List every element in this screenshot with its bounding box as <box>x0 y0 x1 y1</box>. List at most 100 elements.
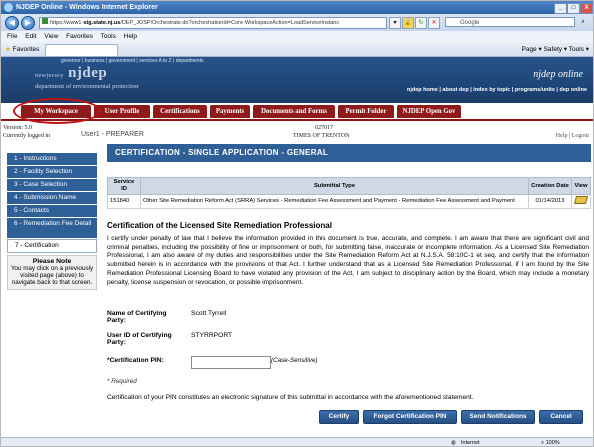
signature-statement: Certification of your PIN constitutes an… <box>107 394 474 401</box>
step-certification: 7 - Certification <box>7 239 97 253</box>
tab-documents-forms[interactable]: Documents and Forms <box>253 105 335 118</box>
certifying-userid-label: User ID of Certifying Party: <box>107 332 172 346</box>
site-header: governor | business | government | servi… <box>1 57 593 103</box>
lock-status-icon[interactable]: 🔒 <box>402 17 414 29</box>
required-note: * Required <box>107 378 137 385</box>
help-logout-links: Help | Logout <box>555 133 589 139</box>
ie-icon <box>4 3 13 12</box>
browser-tab[interactable]: NJDEP Online <box>45 44 118 56</box>
version-label: Version: 5.0 <box>3 125 32 131</box>
logo-big: njdep <box>68 65 108 81</box>
service-id-cell: 151840 <box>107 194 141 209</box>
menu-view[interactable]: View <box>44 33 58 40</box>
view-document-icon[interactable] <box>573 196 589 204</box>
certifying-userid-value: STYRRPORT <box>191 332 233 339</box>
session-info: Version: 5.0 Currently logged in User1 -… <box>1 122 593 144</box>
address-toolbar: ◀ ▶ https://www1-stg.state.nj.us/DEP_JOS… <box>1 14 593 31</box>
creation-date-cell: 01/14/2013 <box>528 194 572 209</box>
current-user: User1 - PREPARER <box>81 131 144 138</box>
tab-permit-folder[interactable]: Permit Folder <box>338 105 394 118</box>
send-notifications-button[interactable]: Send Notifications <box>461 410 535 424</box>
address-bar[interactable]: https://www1-stg.state.nj.us/DEP_JOSP/Or… <box>39 17 387 29</box>
help-link[interactable]: Help <box>556 133 568 139</box>
header-links[interactable]: njdep home | about dep | index by topic … <box>407 87 587 93</box>
tab-open-gov[interactable]: NJDEP Open Gov <box>397 105 461 118</box>
zoom-control[interactable]: ⌕ 100% <box>541 438 560 446</box>
step-instructions[interactable]: 1 - Instructions <box>7 153 97 165</box>
url-host: stg.state.nj.us <box>83 20 121 26</box>
globe-icon: ◍ <box>451 440 456 446</box>
menu-tools[interactable]: Tools <box>101 33 116 40</box>
back-button[interactable]: ◀ <box>5 16 19 30</box>
menu-favorites[interactable]: Favorites <box>66 33 93 40</box>
status-bar: ◍ Internet ⌕ 100% <box>1 437 593 446</box>
zoom-icon: ⌕ <box>541 440 545 446</box>
col-service-id: Service ID <box>107 177 141 195</box>
logo-small: newjersey <box>35 73 64 79</box>
lock-icon <box>42 18 48 24</box>
certify-button[interactable]: Certify <box>319 410 359 424</box>
step-facility-selection[interactable]: 2 - Facility Selection <box>7 166 97 178</box>
brand-title: njdep online <box>533 69 583 80</box>
window-title: NJDEP Online - Windows Internet Explorer <box>16 4 158 11</box>
cancel-button[interactable]: Cancel <box>539 410 583 424</box>
forward-button[interactable]: ▶ <box>21 16 35 30</box>
window-titlebar: NJDEP Online - Windows Internet Explorer… <box>1 1 593 14</box>
certification-pin-input[interactable] <box>191 356 271 369</box>
url-path: /DEP_JOSP/Orchestrate.do?orchestrationId… <box>120 20 340 26</box>
certifying-party-label: Name of Certifying Party: <box>107 310 167 324</box>
forgot-pin-button[interactable]: Forgot Certification PIN <box>363 410 457 424</box>
pin-label: *Certification PIN: <box>107 357 164 364</box>
note-text: You may click on a previously visited pa… <box>10 265 94 286</box>
njdep-logo[interactable]: newjersey njdep <box>35 65 107 82</box>
favorites-button[interactable]: ★ Favorites <box>5 43 39 56</box>
browser-window: NJDEP Online - Windows Internet Explorer… <box>0 0 594 447</box>
menu-bar: File Edit View Favorites Tools Help <box>1 31 593 43</box>
certifying-party-value: Scott Tyrrell <box>191 310 227 317</box>
certification-title: Certification of the Licensed Site Remed… <box>107 221 332 230</box>
tab-certifications[interactable]: Certifications <box>153 105 207 118</box>
col-creation-date: Creation Date <box>528 177 572 195</box>
menu-help[interactable]: Help <box>124 33 137 40</box>
note-title: Please Note <box>32 258 72 265</box>
logged-in-label: Currently logged in <box>3 133 50 139</box>
view-cell <box>571 194 591 209</box>
minimize-button[interactable]: _ <box>554 3 567 14</box>
menu-edit[interactable]: Edit <box>25 33 36 40</box>
favorites-bar: ★ Favorites NJDEP Online Page ▾ Safety ▾… <box>1 43 593 57</box>
stop-icon[interactable]: ✕ <box>428 17 440 29</box>
menu-file[interactable]: File <box>7 33 17 40</box>
certification-statement: I certify under penalty of law that I be… <box>107 235 589 286</box>
search-placeholder: Google <box>460 20 480 26</box>
logout-link[interactable]: Logout <box>572 133 589 139</box>
zoom-level: 100% <box>545 440 560 446</box>
favorites-label: Favorites <box>12 46 40 53</box>
search-input[interactable]: Google <box>445 17 575 27</box>
step-remediation-fee-detail[interactable]: 6 - Remediation Fee Detail <box>7 218 97 238</box>
refresh-icon[interactable]: ↻ <box>415 17 427 29</box>
logo-subtitle: department of environmental protection <box>35 83 139 90</box>
step-case-selection[interactable]: 3 - Case Selection <box>7 179 97 191</box>
tab-user-profile[interactable]: User Profile <box>94 105 150 118</box>
star-icon: ★ <box>5 46 11 53</box>
search-icon[interactable]: ⌕ <box>578 17 588 27</box>
page-title: CERTIFICATION - SINGLE APPLICATION - GEN… <box>107 144 591 162</box>
case-sensitive-hint: (Case-Sensitive) <box>271 357 318 364</box>
zone-label: Internet <box>461 440 480 446</box>
tab-payments[interactable]: Payments <box>210 105 250 118</box>
submittal-table: Service ID Submittal Type Creation Date … <box>107 177 591 209</box>
url-prefix: https://www1- <box>50 20 84 26</box>
table-row: 151840 Other Site Remediation Reform Act… <box>107 194 591 209</box>
col-submittal-type: Submittal Type <box>140 177 529 195</box>
dropdown-icon[interactable]: ▾ <box>389 17 401 29</box>
navigation-note: Please Note You may click on a previousl… <box>7 255 97 290</box>
close-window-button[interactable]: X <box>580 3 593 14</box>
step-contacts[interactable]: 5 - Contacts <box>7 205 97 217</box>
wizard-steps: 1 - Instructions 2 - Facility Selection … <box>7 153 97 290</box>
gov-links[interactable]: governor | business | government | servi… <box>61 58 204 64</box>
step-submission-name[interactable]: 4 - Submission Name <box>7 192 97 204</box>
command-bar[interactable]: Page ▾ Safety ▾ Tools ▾ <box>522 43 589 56</box>
col-view: View <box>571 177 591 195</box>
org-name: TIMES OF TRENTON <box>293 133 350 139</box>
maximize-button[interactable]: □ <box>567 3 580 14</box>
